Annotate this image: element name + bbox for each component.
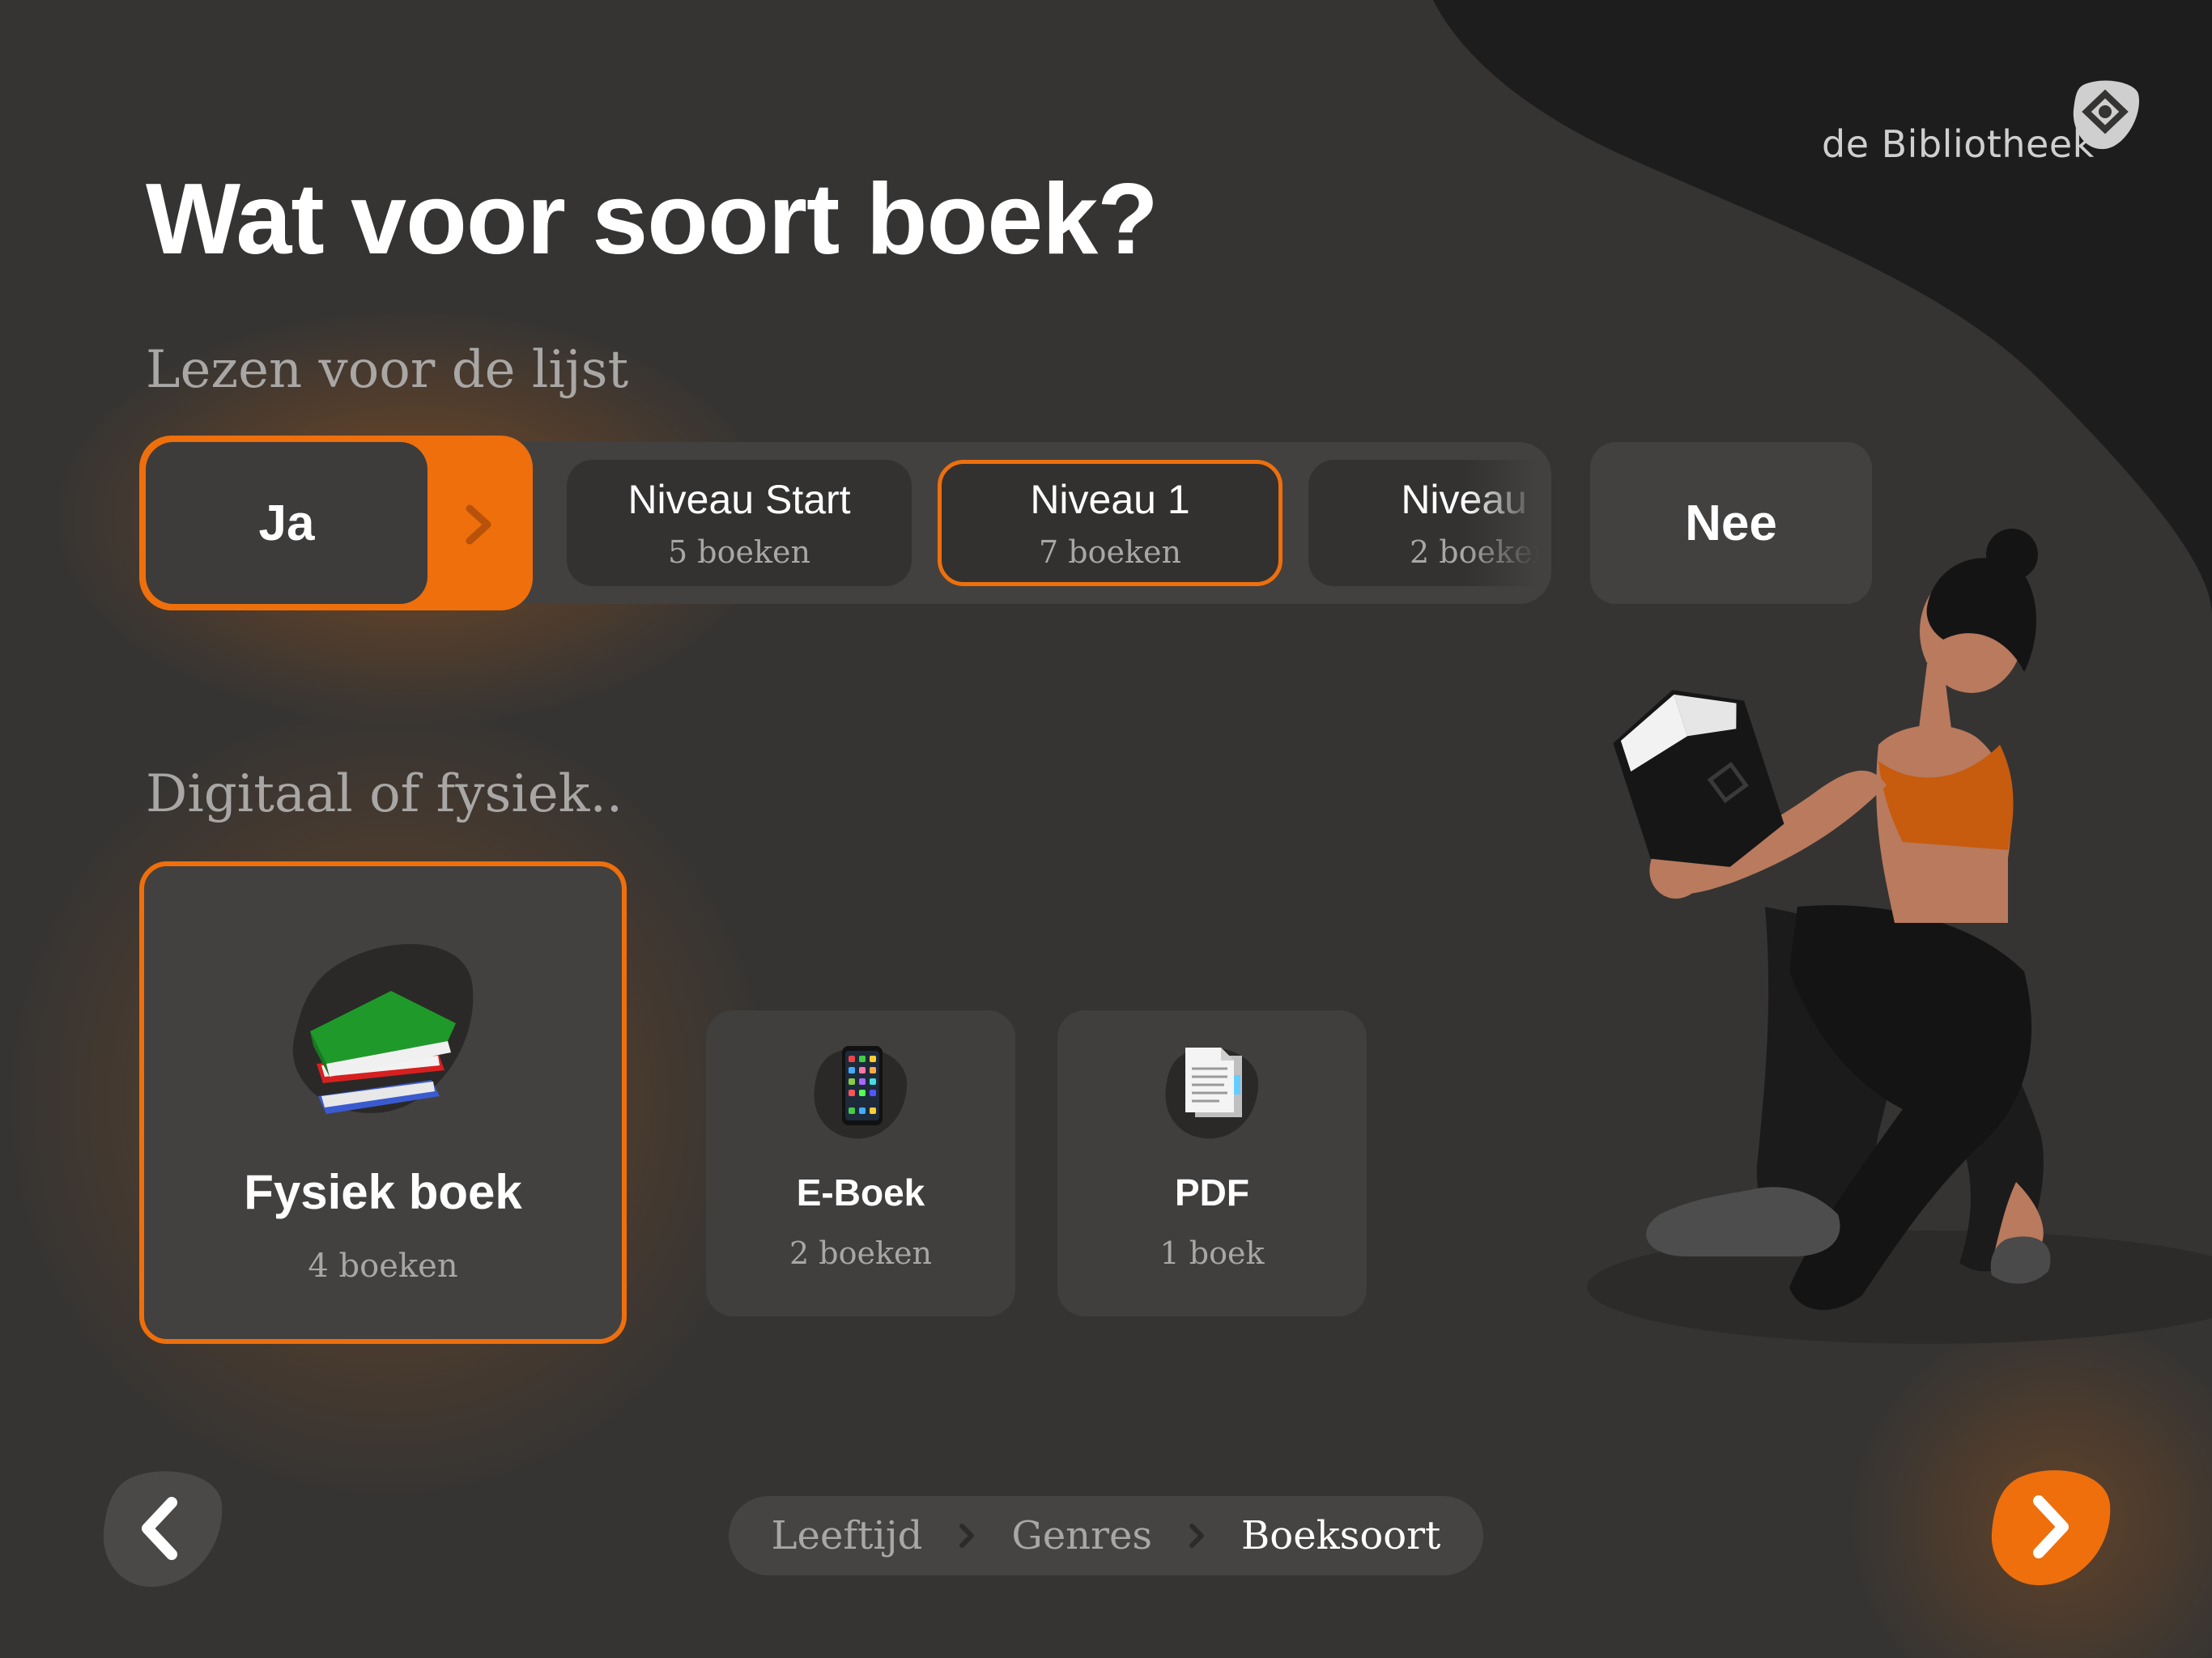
chevron-right-icon — [466, 504, 491, 545]
format-count: 2 boeken — [789, 1235, 932, 1271]
format-count: 4 boeken — [308, 1248, 458, 1285]
breadcrumb-item-genres[interactable]: Genres — [990, 1513, 1173, 1558]
chevron-right-icon — [1189, 1524, 1205, 1548]
level-option-start[interactable]: Niveau Start 5 boeken — [567, 460, 912, 586]
level-name: Niveau 2 — [1401, 477, 1538, 522]
level-count: 5 boeken — [668, 534, 810, 570]
format-label: Digitaal of fysiek.. — [146, 764, 623, 824]
format-option-ebook[interactable]: E-Boek 2 boeken — [706, 1010, 1015, 1316]
level-option-2[interactable]: Niveau 2 2 boeken — [1308, 460, 1538, 586]
smartphone-icon — [814, 1046, 908, 1139]
format-option-physical[interactable]: Fysiek boek 4 boeken — [139, 861, 627, 1344]
page-title: Wat voor soort boek? — [146, 164, 1159, 275]
next-button[interactable] — [1985, 1462, 2115, 1592]
back-button[interactable] — [97, 1464, 227, 1593]
breadcrumb: Leeftijd Genres Boeksoort — [729, 1496, 1483, 1575]
bibliotheek-logo-icon — [2073, 80, 2139, 150]
breadcrumb-item-leeftijd[interactable]: Leeftijd — [751, 1513, 944, 1558]
level-list: Niveau Start 5 boeken Niveau 1 7 boeken … — [567, 455, 1538, 586]
level-name: Niveau 1 — [1030, 477, 1190, 522]
brand-logo: de Bibliotheek — [1822, 78, 2146, 175]
format-name: E-Boek — [796, 1171, 925, 1214]
reading-woman-illustration — [1587, 529, 2212, 1344]
level-scroller[interactable]: Niveau Start 5 boeken Niveau 1 7 boeken … — [567, 455, 1538, 591]
yes-button[interactable]: Ja — [146, 442, 428, 604]
document-icon — [1165, 1048, 1259, 1139]
level-name: Niveau Start — [627, 477, 851, 522]
format-name: Fysiek boek — [244, 1165, 522, 1219]
books-stack-icon — [292, 944, 474, 1114]
level-count: 7 boeken — [1039, 534, 1181, 570]
level-option-1[interactable]: Niveau 1 7 boeken — [938, 460, 1283, 586]
brand-name: de Bibliotheek — [1822, 122, 2095, 166]
reading-list-label: Lezen voor de lijst — [146, 340, 629, 400]
level-count: 2 boeken — [1410, 534, 1538, 570]
format-count: 1 boek — [1159, 1235, 1265, 1271]
format-name: PDF — [1175, 1171, 1249, 1214]
chevron-right-icon — [959, 1524, 975, 1548]
format-option-pdf[interactable]: PDF 1 boek — [1057, 1010, 1367, 1316]
breadcrumb-item-boeksoort: Boeksoort — [1241, 1513, 1441, 1558]
